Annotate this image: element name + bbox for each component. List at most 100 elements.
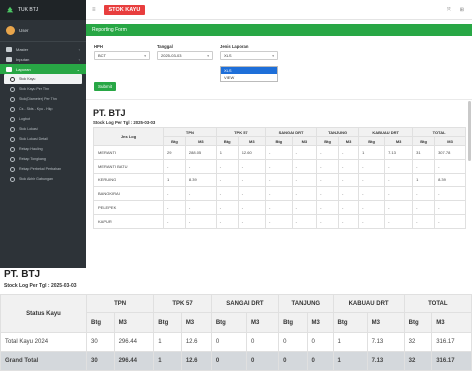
table-cell: 0 [306, 332, 334, 352]
col-m3: M3 [184, 136, 217, 146]
col-m3: M3 [434, 136, 466, 146]
table-cell: - [291, 172, 318, 188]
circle-icon [10, 86, 15, 92]
dropdown-option-view[interactable]: VIEW [221, 74, 277, 81]
table-row: PELEPEK - - - - - - - - - - - - [93, 200, 466, 215]
user-panel[interactable]: User [0, 20, 86, 42]
stock-log-table: Jns Log TPN TPK 57 SANGAI DRT TANJUNG KA… [93, 127, 466, 229]
table-cell: 32 [403, 351, 433, 371]
row-label: PELEPEK [93, 200, 164, 215]
submenu-item-label: Stok Lokasi Detail [19, 137, 48, 141]
table-cell: 8.39 [434, 172, 466, 188]
row-label: BANGKIRAI [93, 186, 164, 202]
reporting-form: HPH BCT ▾ Tanggal 2025-03-03 ▾ Jenis Lap… [86, 36, 472, 96]
tanggal-input[interactable]: 2025-03-03 ▾ [157, 51, 213, 60]
scrollbar[interactable] [468, 101, 471, 161]
table-cell: 316.17 [431, 351, 472, 371]
sidebar-item-inputan[interactable]: Inputan ‹ [0, 54, 86, 64]
col-btg: Btg [412, 136, 436, 146]
sidebar-menu: Master ‹ Inputan ‹ Laporan ⌄ Stok Kayu S… [0, 42, 86, 184]
col-btg: Btg [210, 312, 247, 333]
table-cell: - [412, 200, 436, 215]
sidebar-item-laporan[interactable]: Laporan ⌄ [0, 64, 86, 74]
col-btg: Btg [215, 136, 239, 146]
table-cell: 1 [358, 145, 386, 160]
dropdown-option-xls[interactable]: XLS [221, 67, 277, 74]
table-cell: - [338, 186, 360, 202]
table-cell: - [358, 186, 386, 202]
jenis-laporan-select[interactable]: XLS ▾ [220, 51, 278, 60]
table-cell: 0 [245, 351, 280, 371]
submenu-item-rekap-tongkang[interactable]: Rekap Tongkang [0, 154, 86, 164]
table-cell: - [237, 186, 266, 202]
submenu-item-stok-kayu[interactable]: Stok Kayu [4, 74, 82, 84]
table-cell: - [215, 158, 239, 174]
table-cell: 31 [412, 145, 436, 160]
hph-select[interactable]: BCT ▾ [94, 51, 150, 60]
table-cell: - [434, 158, 466, 174]
table-cell: - [338, 145, 360, 160]
submenu-item-stok-diameter[interactable]: Stok(Diameter) Per Thn [0, 94, 86, 104]
report-icon [6, 66, 12, 72]
table-cell: - [163, 200, 186, 215]
row-label: Grand Total [0, 351, 87, 371]
col-m3: M3 [431, 312, 472, 333]
table-cell: - [184, 200, 217, 215]
brand[interactable]: TUK BTJ [0, 0, 86, 20]
submenu-item-label: Stok Kayu [19, 77, 36, 81]
jenis-laporan-field: Jenis Laporan XLS ▾ [220, 44, 278, 60]
table-cell: 32 [403, 332, 433, 352]
col-btg: Btg [316, 136, 340, 146]
table-cell: 8.39 [184, 172, 217, 188]
table-cell: - [237, 200, 266, 215]
col-btg: Btg [163, 136, 186, 146]
table-cell: 0 [278, 332, 308, 352]
circle-icon [10, 106, 15, 112]
table-cell: 12.6 [180, 351, 212, 371]
col-m3: M3 [245, 312, 280, 333]
table-cell: 1 [332, 351, 368, 371]
table-row: Grand Total 30 296.44 1 12.6 0 0 0 0 1 7.13 32 316.1… [0, 351, 472, 371]
hph-field: HPH BCT ▾ [94, 44, 150, 60]
col-btg: Btg [153, 312, 182, 333]
col-btg: Btg [332, 312, 368, 333]
expand-icon[interactable]: ⤧ [447, 7, 451, 13]
table-row: MERANTI 29 288.05 1 12.60- - - -1 7.13 31 307.78 [93, 145, 466, 160]
col-status-kayu: Status Kayu [0, 294, 87, 333]
submenu-item-rekap-hauling[interactable]: Rekap Hauling [0, 144, 86, 154]
chevron-down-icon: ▾ [272, 54, 274, 58]
gear-icon [6, 46, 12, 52]
submenu-item-label: Stok Akhir Gabungan [19, 177, 53, 181]
submenu-item-cs[interactable]: Cs - Skts - Kyu - Hkp [0, 104, 86, 114]
submenu-item-rekap-perbekal[interactable]: Rekap Perbekal Perbahan [0, 164, 86, 174]
col-btg: Btg [403, 312, 433, 333]
table-cell: - [264, 200, 293, 215]
submit-button[interactable]: Submit [94, 82, 117, 91]
table-cell: - [291, 158, 318, 174]
col-group: TPK 57 [215, 127, 266, 137]
table-cell: - [215, 200, 239, 215]
submenu-item-stok-akhir[interactable]: Stok Akhir Gabungan [0, 174, 86, 184]
submenu-item-stok-lokasi[interactable]: Stok Lokasi [0, 124, 86, 134]
submenu-item-label: Rekap Perbekal Perbahan [19, 167, 62, 171]
sidebar-item-master[interactable]: Master ‹ [0, 44, 86, 54]
user-name: User [19, 28, 29, 33]
table-cell: - [384, 200, 414, 215]
table-cell: 1 [215, 145, 239, 160]
table-cell: 7.13 [384, 145, 414, 160]
col-btg: Btg [358, 136, 386, 146]
table-cell: - [358, 200, 386, 215]
submenu-item-logbot[interactable]: Logbot [0, 114, 86, 124]
circle-icon [10, 116, 15, 122]
col-m3: M3 [180, 312, 212, 333]
grid-icon[interactable]: ⊞ [460, 7, 464, 13]
row-label: KERUING [93, 172, 164, 188]
table-cell: 0 [245, 332, 280, 352]
chevron-left-icon: ‹ [78, 46, 80, 52]
chevron-down-icon: ▾ [144, 54, 146, 58]
row-label: MERANTI [93, 145, 164, 160]
hamburger-menu-icon[interactable]: ≡ [92, 7, 96, 13]
submenu-item-stok-lokasi-detail[interactable]: Stok Lokasi Detail [0, 134, 86, 144]
submenu-item-stok-kayu-per-thn[interactable]: Stok Kayu Per Thn [0, 84, 86, 94]
table-cell: 30 [86, 332, 115, 352]
